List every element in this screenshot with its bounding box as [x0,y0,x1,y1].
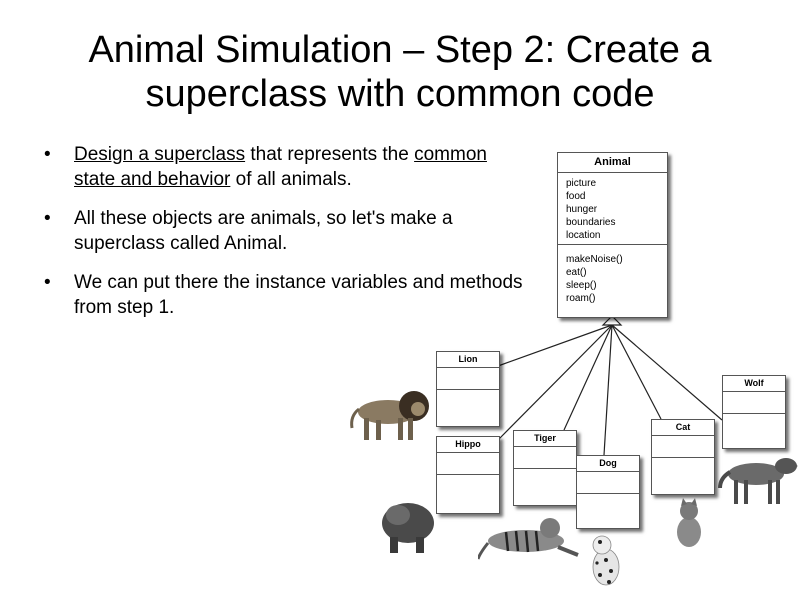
cat-class-box: Cat [651,419,715,495]
dog-class-box: Dog [576,455,640,529]
cat-class-name: Cat [652,420,714,436]
animal-variables: picture food hunger boundaries location [558,173,667,245]
animal-methods: makeNoise() eat() sleep() roam() [558,245,667,305]
variable-item: picture [566,178,597,189]
class-section [437,368,499,390]
class-section [723,414,785,448]
class-section [437,475,499,509]
method-item: makeNoise() [566,254,623,265]
hippo-class-name: Hippo [437,437,499,453]
dog-class-name: Dog [577,456,639,472]
class-section [723,392,785,414]
hippo-class-box: Hippo [436,436,500,514]
class-section [577,472,639,494]
method-item: sleep() [566,280,597,291]
animal-class-name: Animal [558,153,667,173]
class-section [577,494,639,528]
class-section [652,436,714,458]
method-item: roam() [566,293,596,304]
class-section [437,453,499,475]
wolf-class-name: Wolf [723,376,785,392]
class-section [652,458,714,492]
dog-photo-icon [592,535,620,586]
animal-class-box: Animal picture food hunger boundaries lo… [557,152,668,318]
lion-photo-icon [350,391,429,440]
wolf-photo-icon [718,458,798,504]
method-item: eat() [566,267,587,278]
class-section [437,390,499,424]
variable-item: hunger [566,204,598,215]
tiger-photo-icon [478,518,579,560]
wolf-class-box: Wolf [722,375,786,449]
variable-item: boundaries [566,217,616,228]
hippo-photo-icon [382,503,434,553]
variable-item: location [566,230,601,241]
tiger-class-name: Tiger [514,431,576,447]
variable-item: food [566,191,586,202]
cat-photo-icon [677,498,701,547]
class-section [514,447,576,469]
tiger-class-box: Tiger [513,430,577,506]
lion-class-box: Lion [436,351,500,427]
class-section [514,469,576,503]
lion-class-name: Lion [437,352,499,368]
